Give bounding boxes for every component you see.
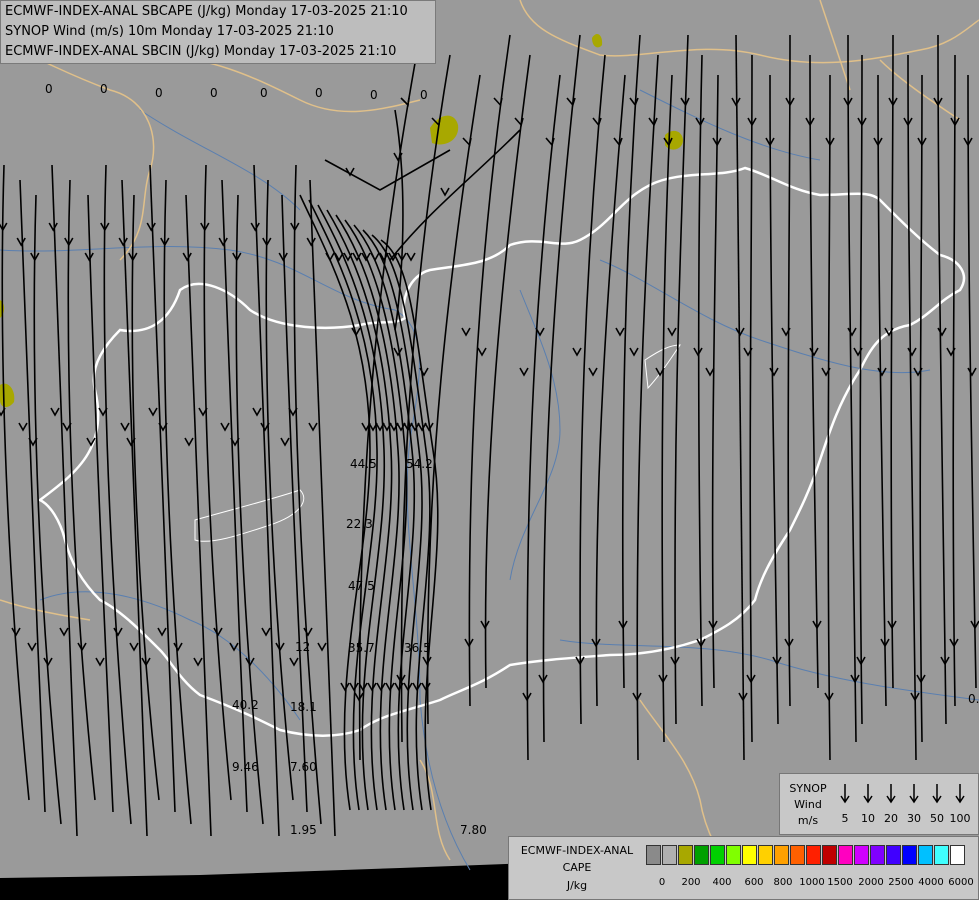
title-cape: ECMWF-INDEX-ANAL SBCAPE (J/kg) Monday 17… (5, 4, 408, 19)
cape-swatch (950, 845, 965, 865)
cape-swatch (710, 845, 725, 865)
cape-tick-label: 600 (744, 877, 764, 888)
cin-label: 0 (370, 88, 378, 102)
cape-swatch (774, 845, 789, 865)
cin-label: 35.7 (348, 641, 375, 655)
cin-label: 0 (100, 82, 108, 96)
cin-label: 0.1 (968, 692, 979, 706)
cin-label: 1.95 (290, 823, 317, 837)
title-box: ECMWF-INDEX-ANAL SBCAPE (J/kg) Monday 17… (0, 0, 436, 64)
wind-arrow-icon (840, 784, 850, 804)
cin-label: 7.60 (290, 760, 317, 774)
cin-label: 0 (260, 86, 268, 100)
wind-speed-label: 10 (861, 812, 875, 825)
cape-tick-label: 2500 (888, 877, 914, 888)
cape-tick-label: 1500 (827, 877, 853, 888)
cin-label: 36.5 (404, 641, 431, 655)
wind-arrow-icon (886, 784, 896, 804)
cape-swatch (646, 845, 661, 865)
cin-label: 44.5 (350, 457, 377, 471)
cape-swatch (758, 845, 773, 865)
title-cin: ECMWF-INDEX-ANAL SBCIN (J/kg) Monday 17-… (5, 44, 397, 59)
cin-label: 9.46 (232, 760, 259, 774)
cape-tick-label: 4000 (918, 877, 944, 888)
cape-swatch (678, 845, 693, 865)
wind-legend-arrows (840, 784, 965, 804)
cape-tick-label: 2000 (858, 877, 884, 888)
wind-speed-label: 100 (949, 812, 971, 825)
wind-legend: SYNOP Wind m/s 5 10 20 30 50 100 (779, 773, 979, 835)
cape-swatch (662, 845, 677, 865)
cin-label: 0 (210, 86, 218, 100)
cape-tick-label: 800 (773, 877, 793, 888)
wind-speed-label: 30 (907, 812, 921, 825)
cape-tick-label: 1000 (799, 877, 825, 888)
cape-swatch (870, 845, 885, 865)
cape-legend-unit: J/kg (566, 879, 588, 892)
cape-swatch (886, 845, 901, 865)
cape-swatch (726, 845, 741, 865)
cape-legend-subtitle: CAPE (562, 861, 592, 874)
cape-swatch (822, 845, 837, 865)
cin-label: 54.2 (406, 457, 433, 471)
wind-arrow-icon (932, 784, 942, 804)
cape-tick-label: 200 (681, 877, 701, 888)
cape-legend: ECMWF-INDEX-ANAL CAPE J/kg 0 200 400 600 800… (508, 836, 979, 900)
wind-legend-unit: m/s (797, 814, 819, 827)
cape-tick-label: 6000 (948, 877, 974, 888)
wind-speed-label: 20 (884, 812, 898, 825)
cin-label: 40.2 (232, 698, 259, 712)
cape-tick-label: 400 (712, 877, 732, 888)
cape-swatch (790, 845, 805, 865)
cin-label: 0 (155, 86, 163, 100)
cin-label: 0 (420, 88, 428, 102)
map-background (0, 0, 979, 900)
cin-label: 22.3 (346, 517, 373, 531)
cape-swatch (854, 845, 869, 865)
weather-map: 0 0 0 0 0 0 0 0 44.5 54.2 22.3 47.5 35.7 36.5 40.2 18.1… (0, 0, 979, 900)
wind-arrow-icon (955, 784, 965, 804)
cape-legend-title: ECMWF-INDEX-ANAL (520, 844, 634, 857)
cape-swatch (838, 845, 853, 865)
cape-swatch (806, 845, 821, 865)
cape-swatch (918, 845, 933, 865)
title-wind: SYNOP Wind (m/s) 10m Monday 17-03-2025 2… (5, 24, 334, 39)
cin-label: 0 (45, 82, 53, 96)
cape-swatch (694, 845, 709, 865)
wind-speed-label: 50 (930, 812, 944, 825)
cape-swatch (902, 845, 917, 865)
wind-speed-label: 5 (841, 812, 849, 825)
cin-label: 12 (295, 640, 310, 654)
cin-label: 0 (315, 86, 323, 100)
cape-tick-label: 0 (658, 877, 666, 888)
wind-arrow-icon (863, 784, 873, 804)
wind-arrow-icon (909, 784, 919, 804)
cin-label: 18.1 (290, 700, 317, 714)
cape-swatch (934, 845, 949, 865)
cin-label: 47.5 (348, 579, 375, 593)
cape-swatch (742, 845, 757, 865)
cin-label: 7.80 (460, 823, 487, 837)
